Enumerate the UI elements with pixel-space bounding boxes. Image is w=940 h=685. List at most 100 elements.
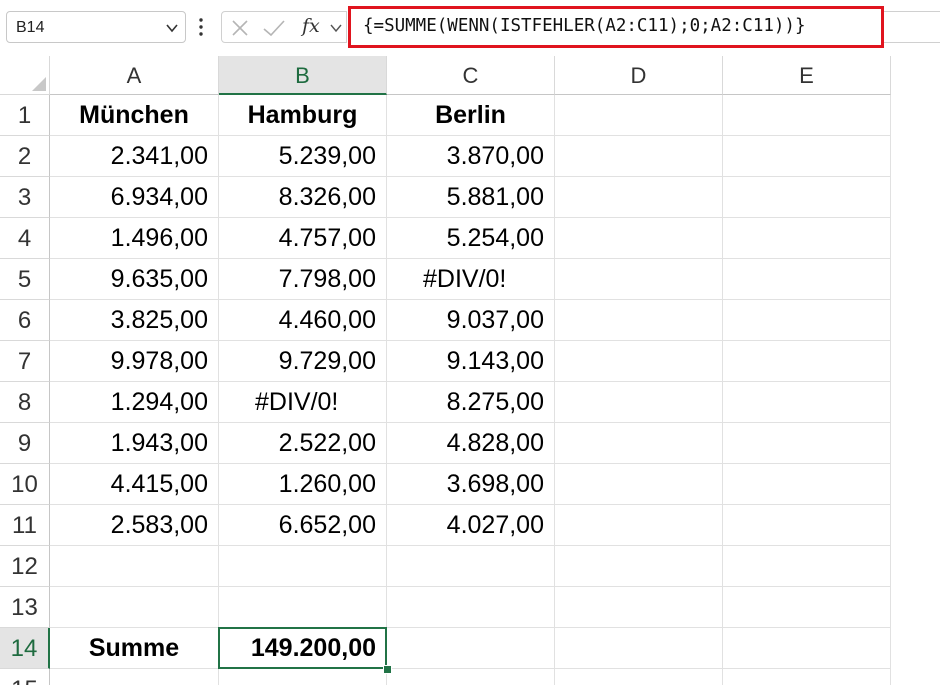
chevron-down-icon[interactable]: [165, 21, 179, 35]
cell-b14[interactable]: 149.200,00: [219, 628, 387, 669]
cell-a11[interactable]: 2.583,00: [50, 505, 219, 546]
cell-d15[interactable]: [555, 669, 723, 685]
row-header-8[interactable]: 8: [0, 382, 50, 423]
cell-a9[interactable]: 1.943,00: [50, 423, 219, 464]
cell-d12[interactable]: [555, 546, 723, 587]
cell-a12[interactable]: [50, 546, 219, 587]
cell-b12[interactable]: [219, 546, 387, 587]
cell-e10[interactable]: [723, 464, 891, 505]
cell-c12[interactable]: [387, 546, 555, 587]
cell-b10[interactable]: 1.260,00: [219, 464, 387, 505]
cell-a6[interactable]: 3.825,00: [50, 300, 219, 341]
more-options-icon[interactable]: [199, 17, 203, 37]
cell-e14[interactable]: [723, 628, 891, 669]
formula-input[interactable]: {=SUMME(WENN(ISTFEHLER(A2:C11);0;A2:C11)…: [348, 6, 884, 48]
cell-d9[interactable]: [555, 423, 723, 464]
column-header-a[interactable]: A: [50, 56, 219, 95]
row-header-11[interactable]: 11: [0, 505, 50, 546]
cell-e9[interactable]: [723, 423, 891, 464]
chevron-down-icon[interactable]: [329, 21, 343, 35]
row-header-1[interactable]: 1: [0, 95, 50, 136]
cell-e11[interactable]: [723, 505, 891, 546]
cell-b1[interactable]: Hamburg: [219, 95, 387, 136]
cell-d8[interactable]: [555, 382, 723, 423]
column-header-d[interactable]: D: [555, 56, 723, 95]
cell-e8[interactable]: [723, 382, 891, 423]
cell-b11[interactable]: 6.652,00: [219, 505, 387, 546]
cell-a2[interactable]: 2.341,00: [50, 136, 219, 177]
fill-handle[interactable]: [383, 665, 392, 674]
row-header-10[interactable]: 10: [0, 464, 50, 505]
row-header-14[interactable]: 14: [0, 628, 50, 669]
cell-a3[interactable]: 6.934,00: [50, 177, 219, 218]
cell-c11[interactable]: 4.027,00: [387, 505, 555, 546]
cell-e1[interactable]: [723, 95, 891, 136]
cancel-icon[interactable]: [230, 18, 250, 38]
cell-e3[interactable]: [723, 177, 891, 218]
cell-e4[interactable]: [723, 218, 891, 259]
cell-b15[interactable]: [219, 669, 387, 685]
cell-b4[interactable]: 4.757,00: [219, 218, 387, 259]
cell-d1[interactable]: [555, 95, 723, 136]
cell-c7[interactable]: 9.143,00: [387, 341, 555, 382]
cell-c14[interactable]: [387, 628, 555, 669]
cell-b2[interactable]: 5.239,00: [219, 136, 387, 177]
cell-c4[interactable]: 5.254,00: [387, 218, 555, 259]
cell-d2[interactable]: [555, 136, 723, 177]
row-header-6[interactable]: 6: [0, 300, 50, 341]
cell-d6[interactable]: [555, 300, 723, 341]
cell-c5[interactable]: #DIV/0!: [387, 259, 555, 300]
cell-c15[interactable]: [387, 669, 555, 685]
cell-a1[interactable]: München: [50, 95, 219, 136]
column-header-e[interactable]: E: [723, 56, 891, 95]
cell-e5[interactable]: [723, 259, 891, 300]
cell-e7[interactable]: [723, 341, 891, 382]
cell-b13[interactable]: [219, 587, 387, 628]
row-header-5[interactable]: 5: [0, 259, 50, 300]
row-header-3[interactable]: 3: [0, 177, 50, 218]
cell-c2[interactable]: 3.870,00: [387, 136, 555, 177]
enter-checkmark-icon[interactable]: [262, 18, 286, 38]
column-header-c[interactable]: C: [387, 56, 555, 95]
row-header-9[interactable]: 9: [0, 423, 50, 464]
cell-b8[interactable]: #DIV/0!: [219, 382, 387, 423]
cell-c3[interactable]: 5.881,00: [387, 177, 555, 218]
cell-d5[interactable]: [555, 259, 723, 300]
cell-e2[interactable]: [723, 136, 891, 177]
cell-e15[interactable]: [723, 669, 891, 685]
cell-a10[interactable]: 4.415,00: [50, 464, 219, 505]
cell-d11[interactable]: [555, 505, 723, 546]
row-header-2[interactable]: 2: [0, 136, 50, 177]
cell-b3[interactable]: 8.326,00: [219, 177, 387, 218]
name-box[interactable]: B14: [6, 11, 186, 43]
cell-e13[interactable]: [723, 587, 891, 628]
cell-e12[interactable]: [723, 546, 891, 587]
cell-a14[interactable]: Summe: [50, 628, 219, 669]
formula-bar-extension[interactable]: [884, 11, 940, 43]
cell-b6[interactable]: 4.460,00: [219, 300, 387, 341]
row-header-15[interactable]: 15: [0, 669, 50, 685]
cell-d7[interactable]: [555, 341, 723, 382]
cell-d14[interactable]: [555, 628, 723, 669]
cell-b9[interactable]: 2.522,00: [219, 423, 387, 464]
cell-d4[interactable]: [555, 218, 723, 259]
cell-c1[interactable]: Berlin: [387, 95, 555, 136]
cell-d10[interactable]: [555, 464, 723, 505]
column-header-b[interactable]: B: [219, 56, 387, 95]
row-header-12[interactable]: 12: [0, 546, 50, 587]
insert-function-icon[interactable]: fx: [302, 15, 320, 37]
select-all-triangle-icon[interactable]: [32, 77, 46, 91]
cell-c13[interactable]: [387, 587, 555, 628]
cell-b7[interactable]: 9.729,00: [219, 341, 387, 382]
cell-a5[interactable]: 9.635,00: [50, 259, 219, 300]
cell-c9[interactable]: 4.828,00: [387, 423, 555, 464]
cell-a13[interactable]: [50, 587, 219, 628]
cell-c10[interactable]: 3.698,00: [387, 464, 555, 505]
row-header-4[interactable]: 4: [0, 218, 50, 259]
cell-a15[interactable]: [50, 669, 219, 685]
select-all-corner[interactable]: [0, 56, 50, 95]
cell-a4[interactable]: 1.496,00: [50, 218, 219, 259]
cell-c8[interactable]: 8.275,00: [387, 382, 555, 423]
cell-e6[interactable]: [723, 300, 891, 341]
row-header-13[interactable]: 13: [0, 587, 50, 628]
